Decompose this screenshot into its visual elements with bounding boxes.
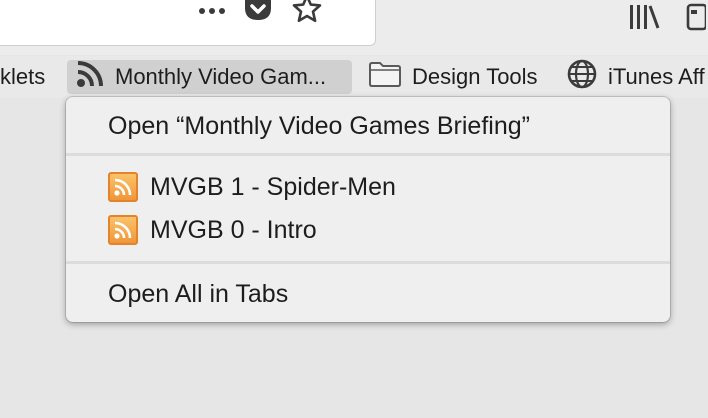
bookmark-folder-design-tools[interactable]: Design Tools [360,60,546,94]
bookmarks-toolbar: klets Monthly Video Gam... Design Tools [0,56,708,98]
bookmark-item-live-feed[interactable]: Monthly Video Gam... [67,60,352,94]
menu-separator [66,153,670,156]
open-feed-menu-item[interactable]: Open “Monthly Video Games Briefing” [66,106,670,146]
navigation-toolbar [0,0,708,55]
bookmark-item-bookmarklets[interactable]: klets [0,60,53,94]
browser-window: klets Monthly Video Gam... Design Tools [0,0,708,418]
rss-icon [75,59,105,95]
menu-item-label: MVGB 1 - Spider-Men [150,172,396,201]
bookmark-label: Monthly Video Gam... [115,64,327,89]
toolbar-right-icons [628,2,708,37]
menu-item-label: MVGB 0 - Intro [150,215,317,244]
bookmark-star-icon[interactable] [291,0,323,30]
folder-icon [368,60,402,94]
feed-entry-menu-item[interactable]: MVGB 0 - Intro [66,210,670,250]
bookmark-label: klets [0,64,46,89]
feed-icon [108,215,138,245]
bookmark-label: Design Tools [412,64,538,89]
globe-icon [566,58,598,96]
library-icon[interactable] [628,2,660,37]
menu-separator [66,261,670,264]
feed-entry-menu-item[interactable]: MVGB 1 - Spider-Men [66,167,670,207]
feed-icon [108,172,138,202]
pocket-icon[interactable] [243,0,273,28]
menu-item-label: Open “Monthly Video Games Briefing” [108,111,530,140]
page-actions [199,0,323,29]
menu-item-label: Open All in Tabs [108,279,289,308]
reader-icon[interactable] [686,2,708,37]
url-bar[interactable] [0,0,376,46]
live-bookmark-menu: Open “Monthly Video Games Briefing” MVGB… [66,97,670,322]
open-all-in-tabs-menu-item[interactable]: Open All in Tabs [66,274,670,314]
bookmark-item-itunes[interactable]: iTunes Aff [558,58,708,96]
more-actions-icon[interactable] [199,8,225,14]
bookmark-label: iTunes Aff [608,64,705,89]
